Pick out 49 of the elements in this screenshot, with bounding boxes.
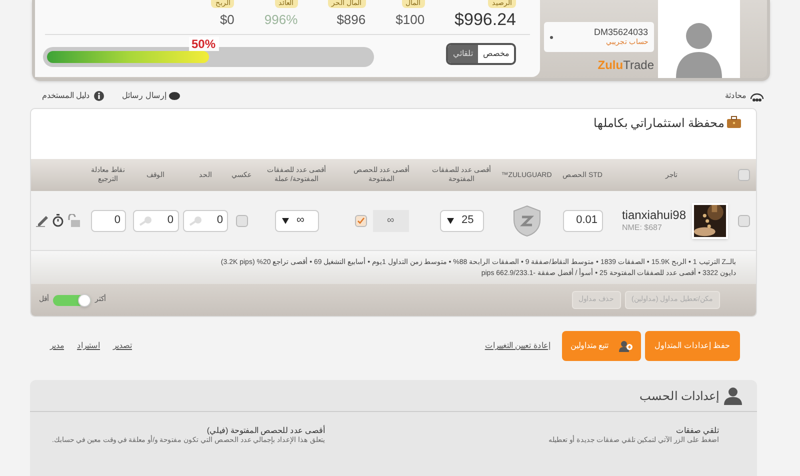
- stat-value: $0: [220, 11, 234, 29]
- lots-field[interactable]: ∞: [372, 210, 408, 232]
- checkbox[interactable]: [738, 169, 750, 181]
- briefcase-icon: [727, 116, 741, 128]
- messages-link[interactable]: إرسال رسائل: [122, 90, 166, 102]
- number-field[interactable]: 0: [183, 210, 228, 232]
- caret-icon: [446, 218, 454, 224]
- shield-icon: [512, 204, 540, 236]
- detail-switch[interactable]: [53, 294, 91, 306]
- stat-value: 996%: [264, 11, 298, 29]
- checkbox[interactable]: [738, 214, 750, 226]
- stat-value: $996.24: [454, 11, 516, 29]
- checkbox[interactable]: [354, 214, 366, 226]
- mode-tab[interactable]: تلقائي: [448, 45, 478, 63]
- account-number: DM35624033: [594, 27, 648, 38]
- guide-link[interactable]: دليل المستخدم: [42, 90, 90, 102]
- settings-title: إعدادات الحسب: [640, 388, 719, 404]
- chat-link[interactable]: محادثة: [725, 90, 746, 102]
- file-link[interactable]: تصدير: [113, 340, 132, 352]
- progress-label: 50%: [188, 37, 219, 51]
- person-add-icon: [618, 340, 633, 352]
- portfolio-title: محفظة استثماراتي بكاملها: [593, 116, 724, 130]
- speech-bubble-icon: [169, 92, 180, 100]
- number-field[interactable]: 0: [90, 210, 126, 232]
- dropdown[interactable]: ∞: [274, 210, 318, 232]
- stat-value: $100: [396, 11, 425, 29]
- stat-value: $896: [336, 11, 366, 29]
- number-field[interactable]: 0.01: [562, 210, 602, 232]
- caret-icon: [282, 218, 288, 224]
- person-icon: [674, 20, 724, 78]
- stopwatch-icon[interactable]: [52, 214, 64, 227]
- mode-tab[interactable]: مخصص: [478, 45, 514, 63]
- setting-title: تلقي صفقات: [674, 426, 719, 436]
- mode-toggle[interactable]: تلقائي مخصص: [446, 43, 516, 65]
- key-icon: [138, 216, 152, 226]
- info-icon: [94, 91, 104, 101]
- key-icon: [188, 216, 202, 226]
- brand-logo: ZuluTrade: [598, 58, 655, 72]
- setting-title: أقصى عدد للحصص المفتوحة (فيلي): [206, 426, 326, 436]
- file-link[interactable]: مدير: [50, 340, 64, 352]
- dropdown[interactable]: 25: [440, 210, 484, 232]
- reset-link[interactable]: إعادة تعيين التغييرات: [484, 340, 550, 352]
- pencil-icon[interactable]: [36, 214, 49, 227]
- trader-nme: NME: $687: [622, 222, 662, 234]
- checkbox[interactable]: [236, 214, 248, 226]
- person-icon: [724, 386, 742, 404]
- file-link[interactable]: استيراد: [77, 340, 100, 352]
- number-field[interactable]: 0: [132, 210, 178, 232]
- trader-name[interactable]: tianxiahui98: [622, 208, 686, 222]
